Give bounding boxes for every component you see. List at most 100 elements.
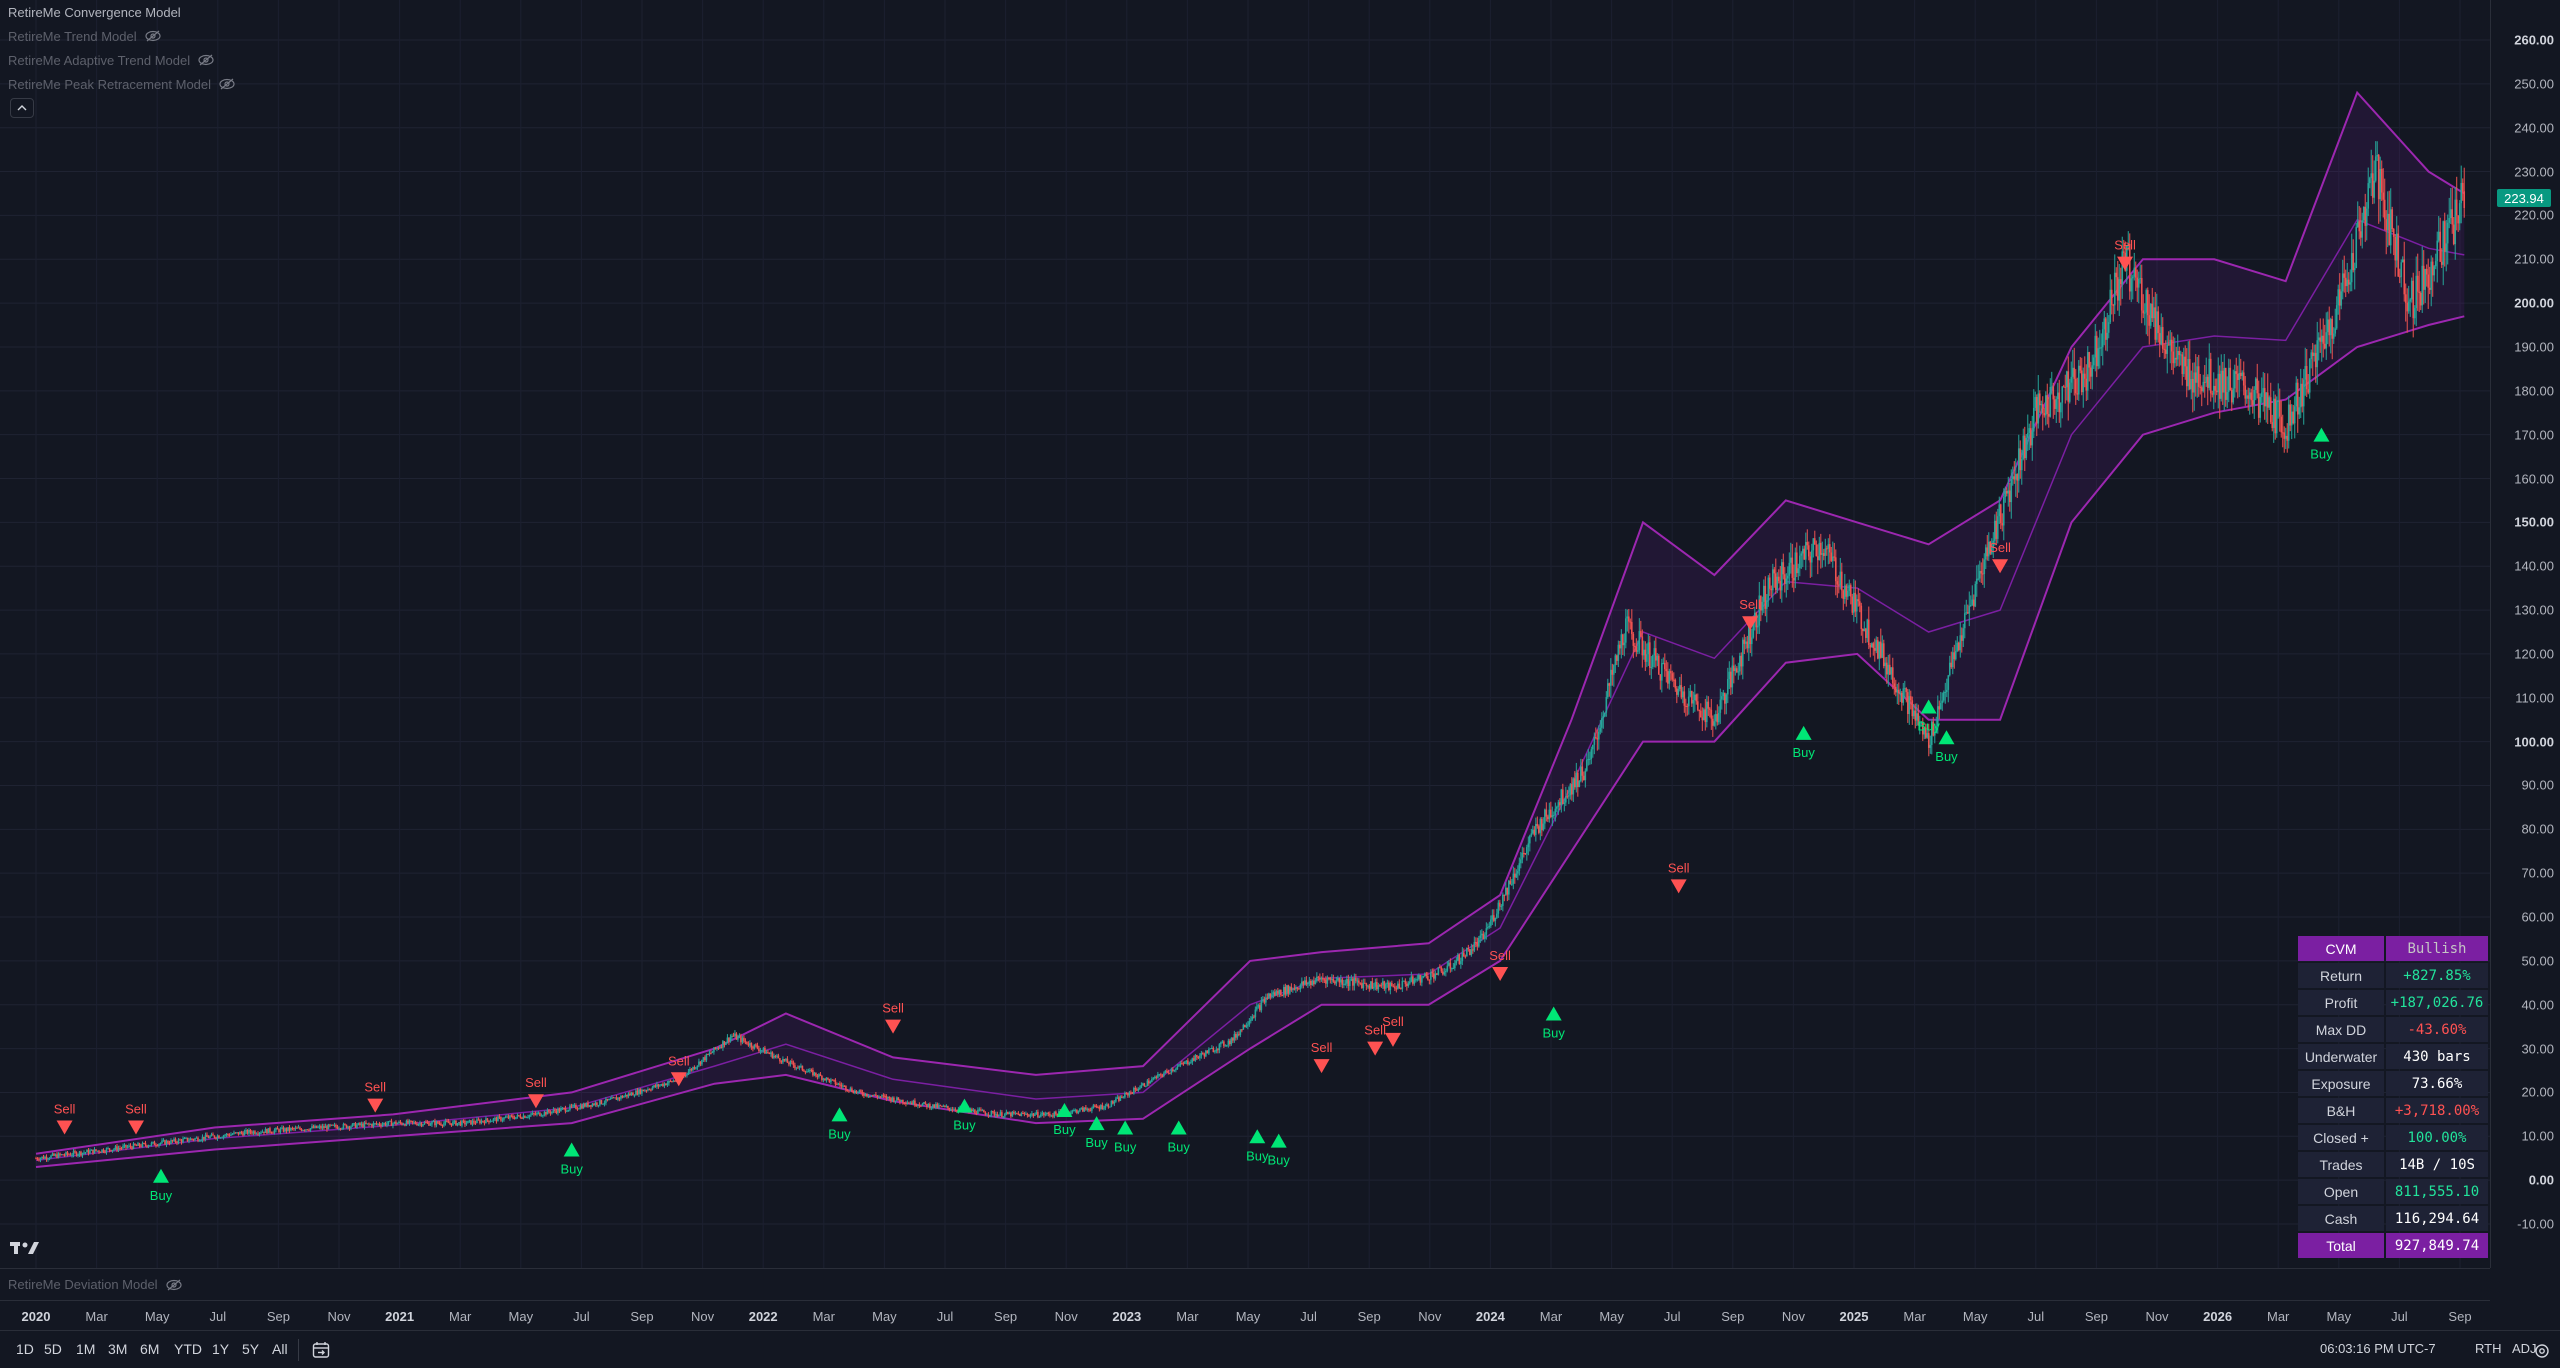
adj-toggle[interactable]: ADJ [2512, 1341, 2537, 1356]
candle-body [347, 1126, 349, 1128]
candle-body [363, 1122, 366, 1128]
candle-body [813, 1072, 816, 1076]
timeframe-button-5y[interactable]: 5Y [242, 1341, 259, 1357]
chart-pane[interactable]: Sell Sell Buy Sell Sell Buy Sell Buy Sell Buy Buy B… [0, 0, 2490, 1268]
candle-body [896, 1097, 898, 1101]
time-tick-label: Mar [2266, 1309, 2290, 1324]
candle-body [1978, 570, 1981, 579]
candle-body [2161, 327, 2164, 349]
timeframe-button-1d[interactable]: 1D [16, 1341, 34, 1357]
collapse-legend-button[interactable] [10, 98, 34, 118]
candle-body [1251, 1016, 1254, 1020]
candle-body [1745, 641, 1747, 644]
candle-body [2418, 291, 2421, 293]
candle-body [1739, 655, 1741, 672]
candle-body [2428, 287, 2431, 290]
candle-body [2002, 496, 2005, 526]
candle-body [1017, 1113, 1020, 1115]
candle-body [492, 1118, 495, 1121]
candle-body [1894, 686, 1897, 693]
legend-item-adaptive-trend[interactable]: RetireMe Adaptive Trend Model [8, 48, 235, 72]
timeframe-button-3m[interactable]: 3M [108, 1341, 127, 1357]
candle-body [90, 1149, 93, 1151]
sell-label: Sell [525, 1075, 547, 1090]
candle-body [1968, 605, 1971, 614]
stats-label: CVM [2298, 936, 2384, 961]
candle-body [1425, 973, 1428, 977]
candle-body [516, 1114, 519, 1117]
timeframe-button-6m[interactable]: 6M [140, 1341, 159, 1357]
candle-body [2038, 393, 2041, 406]
candle-body [135, 1145, 138, 1147]
candle-body [797, 1067, 799, 1069]
candle-body [429, 1124, 432, 1126]
legend-item-convergence[interactable]: RetireMe Convergence Model [8, 0, 235, 24]
candle-body [42, 1156, 45, 1159]
candle-body [1376, 981, 1378, 990]
clock[interactable]: 06:03:16 PM UTC-7 [2320, 1341, 2436, 1356]
candle-body [1843, 585, 1846, 600]
eye-hidden-icon[interactable] [145, 30, 161, 42]
candle-body [1736, 668, 1738, 672]
timeframe-button-all[interactable]: All [272, 1341, 288, 1357]
price-chart[interactable]: Sell SellBuySell SellBuySellBuySellBuy BuyB… [0, 0, 2490, 1268]
stats-label: Profit [2298, 990, 2384, 1015]
candle-body [1178, 1065, 1180, 1067]
candle-body [1163, 1073, 1165, 1076]
buy-label: Buy [1792, 745, 1815, 760]
candle-body [2169, 339, 2172, 346]
candle-body [2262, 388, 2265, 393]
candle-body [912, 1100, 915, 1105]
candle-body [2440, 261, 2443, 265]
price-tick-label: 100.00 [2514, 734, 2554, 750]
candle-body [2280, 416, 2283, 433]
candle-body [1347, 979, 1350, 987]
settings-gear-icon[interactable] [2534, 1343, 2550, 1359]
candle-body [602, 1103, 604, 1105]
timeframe-button-1m[interactable]: 1M [76, 1341, 95, 1357]
timeframe-button-5d[interactable]: 5D [44, 1341, 62, 1357]
candle-body [2085, 378, 2088, 391]
candle-body [696, 1065, 699, 1068]
eye-hidden-icon[interactable] [198, 54, 214, 66]
timeframe-button-ytd[interactable]: YTD [174, 1341, 202, 1357]
eye-hidden-icon[interactable] [219, 78, 235, 90]
time-axis[interactable]: 2020 Mar May Jul Sep Nov 2021 Mar May Jul Sep Nov 20… [0, 1300, 2490, 1330]
candle-body [2268, 397, 2271, 408]
candle-body [1914, 710, 1917, 721]
candle-body [1248, 1021, 1251, 1025]
candle-body [1554, 808, 1557, 816]
candle-body [1706, 701, 1708, 723]
candle-body [1713, 721, 1716, 726]
deviation-model-pane[interactable]: RetireMe Deviation Model [0, 1268, 2490, 1300]
candle-body [2139, 278, 2142, 280]
legend-item-peak-retracement[interactable]: RetireMe Peak Retracement Model [8, 72, 235, 96]
candle-body [672, 1080, 675, 1082]
candle-body [783, 1058, 786, 1061]
candle-body [387, 1121, 390, 1124]
date-range-icon[interactable] [312, 1341, 332, 1359]
candle-body [1259, 1005, 1261, 1011]
candle-body [618, 1097, 621, 1099]
candle-body [648, 1089, 651, 1091]
candle-body [2211, 393, 2214, 395]
timeframe-button-1y[interactable]: 1Y [212, 1341, 229, 1357]
time-tick-label: Nov [1781, 1309, 1805, 1324]
eye-hidden-icon[interactable] [165, 1279, 182, 1291]
candle-body [2212, 385, 2215, 395]
rth-toggle[interactable]: RTH [2475, 1341, 2501, 1356]
candle-body [2089, 367, 2092, 377]
candle-body [990, 1110, 993, 1115]
time-tick-label: 2021 [385, 1309, 415, 1324]
stats-row: Max DD -43.60% [2298, 1017, 2488, 1042]
tradingview-logo[interactable] [10, 1236, 42, 1262]
legend-item-trend[interactable]: RetireMe Trend Model [8, 24, 235, 48]
candle-body [2335, 305, 2338, 329]
sell-signal: Sell [1311, 1040, 1333, 1074]
price-axis[interactable]: 260.00 250.00 240.00 230.00 220.00 210.00 200.… [2490, 0, 2560, 1268]
candle-body [1539, 818, 1542, 833]
candle-body [432, 1121, 435, 1123]
candle-body [284, 1128, 286, 1132]
candle-body [2194, 372, 2197, 383]
candle-body [609, 1098, 612, 1100]
